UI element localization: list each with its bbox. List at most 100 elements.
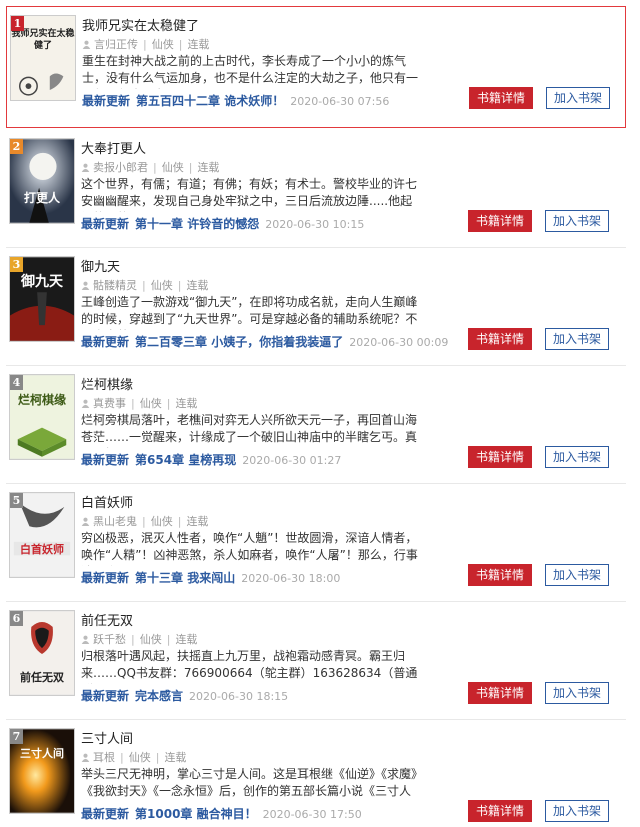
rank-badge: 2 (10, 139, 23, 154)
latest-update: 最新更新 第十三章 我来闯山 2020-06-30 18:00 (81, 569, 340, 586)
book-title[interactable]: 白首妖师 (81, 492, 133, 511)
book-item[interactable]: 打更人 2 大奉打更人 卖报小郎君 | 仙侠 | 连载 这个世界，有儒；有道；有佛；有妖… (6, 130, 626, 248)
book-item[interactable]: 白首妖师 5 白首妖师 黑山老鬼 | 仙侠 | 连载 穷凶极恶，泯灭人性者，唤作“人魈”… (6, 484, 626, 602)
status: 连载 (175, 633, 198, 646)
latest-chapter-link[interactable]: 第五百四十二章 诡术妖师！ (136, 94, 284, 108)
update-time: 2020-06-30 01:27 (242, 454, 342, 467)
book-meta: 黑山老鬼 | 仙侠 | 连载 (81, 513, 208, 529)
update-time: 2020-06-30 00:09 (349, 336, 449, 349)
genre[interactable]: 仙侠 (140, 633, 162, 646)
add-to-shelf-button[interactable]: 加入书架 (545, 446, 609, 468)
cover-title: 打更人 (23, 191, 60, 205)
book-item[interactable]: 烂柯棋缘 4 烂柯棋缘 真费事 | 仙侠 | 连载 烂柯旁棋局落叶，老樵间对弈无人兴所欲… (6, 366, 626, 484)
book-description: 归根落叶遇风起，扶摇直上九万里，战袍霜动感青冥。霸王归来……QQ书友群：7669… (81, 649, 418, 684)
rank-badge: 7 (10, 729, 23, 744)
book-detail-button[interactable]: 书籍详情 (468, 210, 532, 232)
book-title[interactable]: 三寸人间 (81, 728, 133, 747)
genre[interactable]: 仙侠 (129, 751, 151, 764)
author-name[interactable]: 卖报小郎君 (93, 161, 148, 174)
cover-title: 前任无双 (20, 671, 64, 684)
book-item[interactable]: 我师兄实在太稳健了 1 我师兄实在太稳健了 言归正传 | 仙侠 | 连载 重生在封神大战… (6, 6, 626, 128)
cover-title: 御九天 (21, 274, 63, 290)
author-name[interactable]: 黑山老鬼 (93, 515, 137, 528)
book-detail-button[interactable]: 书籍详情 (468, 800, 532, 822)
book-title[interactable]: 大奉打更人 (81, 138, 146, 157)
author-name[interactable]: 骷髅精灵 (93, 279, 137, 292)
book-description: 穷凶极恶，泯灭人性者，唤作“人魈”！世故圆滑，深谙人情者，唤作“人精”！凶神恶煞… (81, 531, 418, 566)
book-cover[interactable]: 烂柯棋缘 4 (9, 374, 75, 460)
rank-badge: 4 (10, 375, 23, 390)
rank-badge: 5 (10, 493, 23, 508)
author-name[interactable]: 言归正传 (94, 38, 138, 51)
book-detail-button[interactable]: 书籍详情 (468, 682, 532, 704)
add-to-shelf-button[interactable]: 加入书架 (546, 87, 610, 109)
status: 连载 (186, 279, 209, 292)
book-detail-button[interactable]: 书籍详情 (468, 564, 532, 586)
author-name[interactable]: 跃千愁 (93, 633, 126, 646)
latest-update: 最新更新 完本感言 2020-06-30 18:15 (81, 687, 288, 704)
update-time: 2020-06-30 10:15 (265, 218, 365, 231)
author-icon (81, 753, 90, 762)
book-title[interactable]: 我师兄实在太稳健了 (82, 15, 199, 34)
book-title[interactable]: 前任无双 (81, 610, 133, 629)
book-title[interactable]: 御九天 (81, 256, 120, 275)
book-meta: 跃千愁 | 仙侠 | 连载 (81, 631, 197, 647)
add-to-shelf-button[interactable]: 加入书架 (545, 328, 609, 350)
book-description: 举头三尺无神明，掌心三寸是人间。这是耳根继《仙逆》《求魔》《我欲封天》《一念永恒… (81, 767, 418, 802)
rank-badge: 1 (11, 16, 24, 31)
book-title[interactable]: 烂柯棋缘 (81, 374, 133, 393)
latest-chapter-link[interactable]: 第654章 皇榜再现 (135, 453, 236, 467)
author-icon (81, 635, 90, 644)
add-to-shelf-button[interactable]: 加入书架 (545, 210, 609, 232)
add-to-shelf-button[interactable]: 加入书架 (545, 564, 609, 586)
book-cover[interactable]: 御九天 3 (9, 256, 75, 342)
book-description: 重生在封神大战之前的上古时代，李长寿成了一个小小的炼气士，没有什么气运加身，也不… (82, 54, 419, 89)
book-detail-button[interactable]: 书籍详情 (469, 87, 533, 109)
genre[interactable]: 仙侠 (162, 161, 184, 174)
author-icon (82, 40, 91, 49)
latest-update: 最新更新 第二百零三章 小姨子，你指着我装逼了 2020-06-30 00:09 (81, 333, 448, 350)
book-cover[interactable]: 我师兄实在太稳健了 1 (10, 15, 76, 101)
latest-chapter-link[interactable]: 第1000章 融合神目！ (135, 807, 257, 821)
genre[interactable]: 仙侠 (152, 38, 174, 51)
latest-label: 最新更新 (81, 807, 130, 821)
author-icon (81, 517, 90, 526)
book-description: 烂柯旁棋局落叶，老樵间对弈无人兴所欲天元一子，再回首山海苍茫……一觉醒来，计缘成… (81, 413, 418, 448)
book-item[interactable]: 前任无双 6 前任无双 跃千愁 | 仙侠 | 连载 归根落叶遇风起，扶摇直上九万里，战袍… (6, 602, 626, 720)
latest-chapter-link[interactable]: 完本感言 (135, 689, 183, 703)
book-description: 王峰创造了一款游戏“御九天”，在即将功成名就，走向人生巅峰的时候，穿越到了“九天… (81, 295, 418, 330)
cover-title: 我师兄实在太稳健了 (11, 29, 75, 51)
genre[interactable]: 仙侠 (140, 397, 162, 410)
cover-title: 三寸人间 (20, 747, 64, 760)
book-meta: 卖报小郎君 | 仙侠 | 连载 (81, 159, 219, 175)
author-icon (81, 163, 90, 172)
genre[interactable]: 仙侠 (151, 515, 173, 528)
book-cover[interactable]: 前任无双 6 (9, 610, 75, 696)
cover-title: 烂柯棋缘 (17, 393, 66, 407)
latest-chapter-link[interactable]: 第十一章 许铃音的憾怨 (135, 217, 259, 231)
book-item[interactable]: 三寸人间 7 三寸人间 耳根 | 仙侠 | 连载 举头三尺无神明，掌心三寸是人间。这是耳… (6, 720, 626, 827)
book-cover[interactable]: 打更人 2 (9, 138, 75, 224)
author-name[interactable]: 真费事 (93, 397, 126, 410)
author-name[interactable]: 耳根 (93, 751, 115, 764)
latest-label: 最新更新 (81, 453, 130, 467)
latest-label: 最新更新 (81, 689, 130, 703)
author-icon (81, 399, 90, 408)
status: 连载 (187, 38, 210, 51)
book-item[interactable]: 御九天 3 御九天 骷髅精灵 | 仙侠 | 连载 王峰创造了一款游戏“御九天”，在即将功… (6, 248, 626, 366)
book-cover[interactable]: 白首妖师 5 (9, 492, 75, 578)
add-to-shelf-button[interactable]: 加入书架 (545, 800, 609, 822)
add-to-shelf-button[interactable]: 加入书架 (545, 682, 609, 704)
book-detail-button[interactable]: 书籍详情 (468, 328, 532, 350)
author-icon (81, 281, 90, 290)
book-cover[interactable]: 三寸人间 7 (9, 728, 75, 814)
latest-label: 最新更新 (81, 217, 130, 231)
genre[interactable]: 仙侠 (151, 279, 173, 292)
latest-chapter-link[interactable]: 第二百零三章 小姨子，你指着我装逼了 (135, 335, 343, 349)
update-time: 2020-06-30 18:15 (189, 690, 289, 703)
book-detail-button[interactable]: 书籍详情 (468, 446, 532, 468)
latest-chapter-link[interactable]: 第十三章 我来闯山 (135, 571, 235, 585)
latest-label: 最新更新 (82, 94, 131, 108)
book-meta: 真费事 | 仙侠 | 连载 (81, 395, 197, 411)
book-meta: 言归正传 | 仙侠 | 连载 (82, 36, 209, 52)
